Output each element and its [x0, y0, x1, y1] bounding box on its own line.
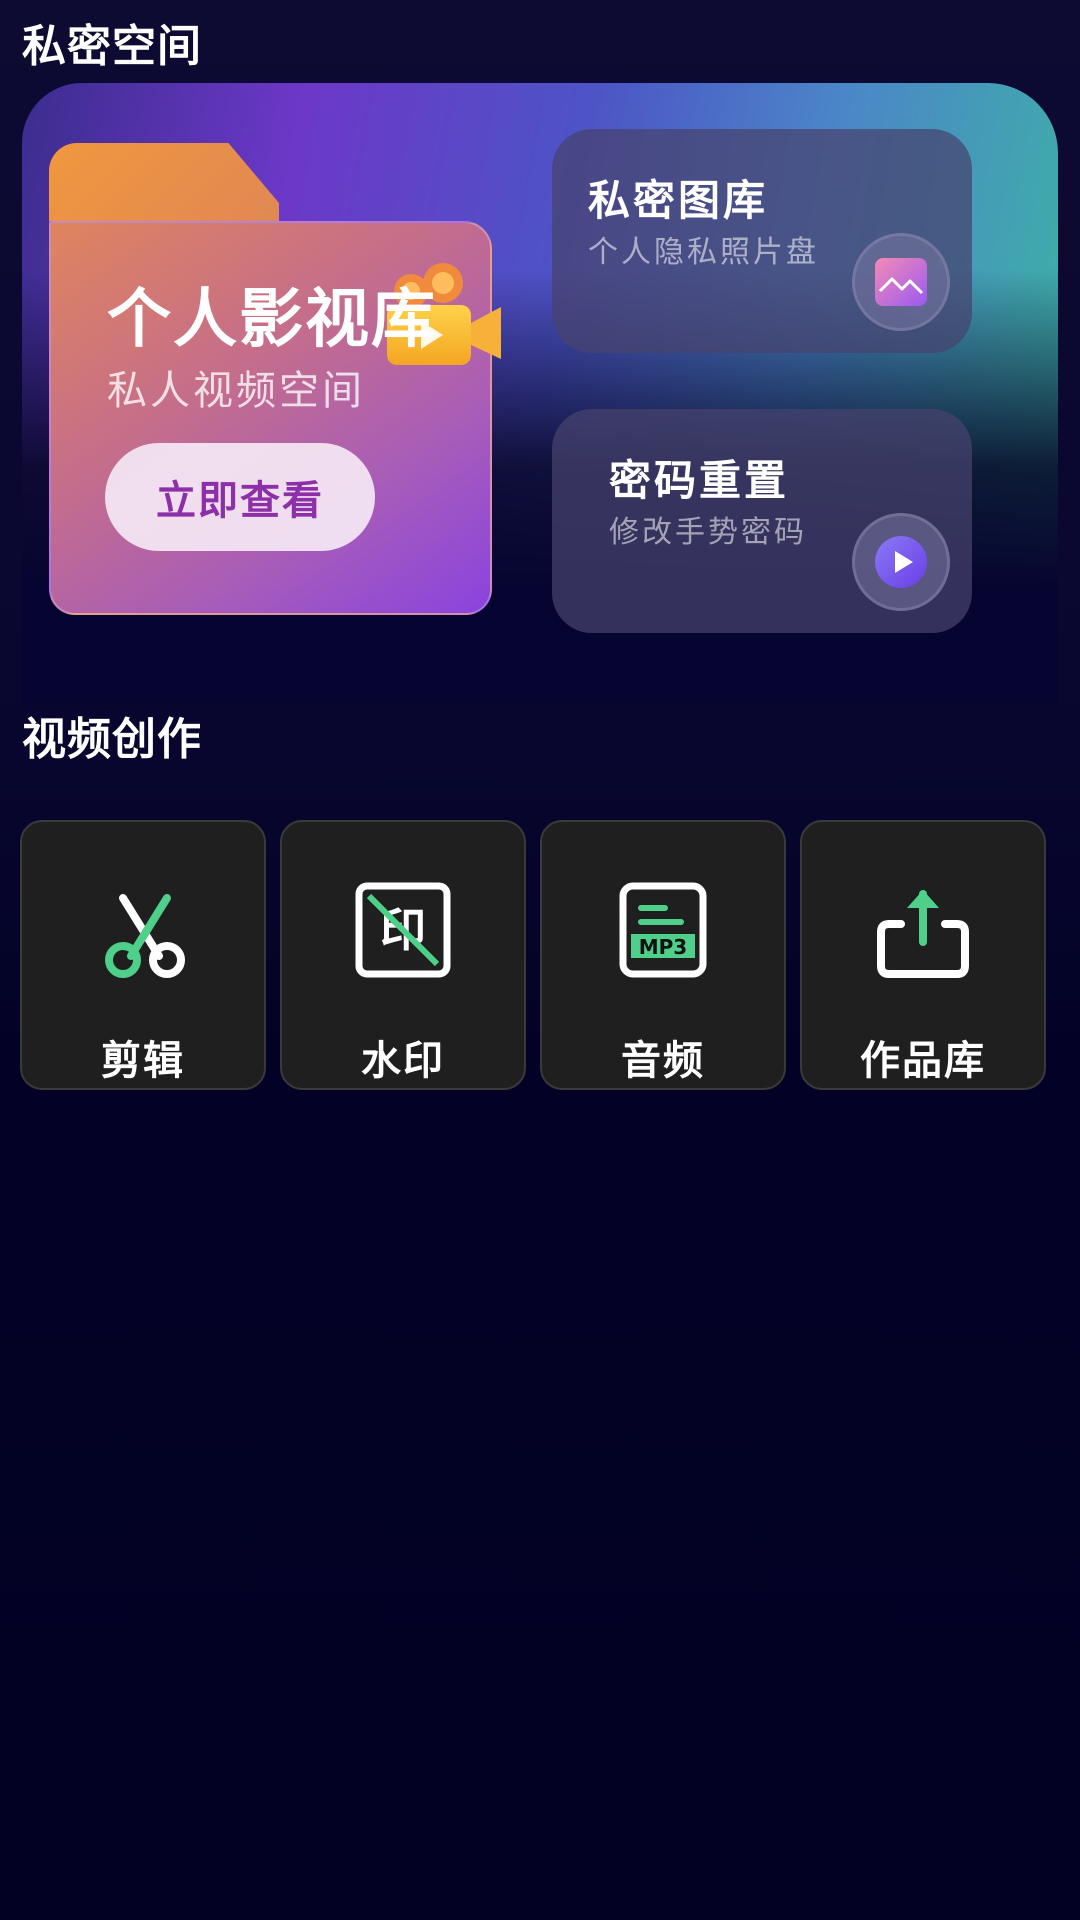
view-now-button[interactable]: 立即查看: [105, 443, 375, 551]
gallery-icon-badge: [852, 233, 950, 331]
password-reset-card[interactable]: 密码重置 修改手势密码: [552, 409, 972, 633]
tool-works-library[interactable]: 作品库: [800, 820, 1046, 1090]
tool-label: 剪辑: [101, 1038, 185, 1084]
play-icon: [875, 536, 927, 588]
tool-audio[interactable]: MP3 音频: [540, 820, 786, 1090]
library-subtitle: 私人视频空间: [107, 368, 365, 414]
watermark-icon: 印: [355, 882, 451, 978]
tool-watermark[interactable]: 印 水印: [280, 820, 526, 1090]
scissors-icon: [105, 894, 185, 978]
tool-edit[interactable]: 剪辑: [20, 820, 266, 1090]
library-title: 个人影视库: [107, 283, 437, 357]
page: 私密空间 个人影视库 私人视频空间 立即查看 私密图库 个人隐私照片盘 密码重置…: [0, 0, 1080, 1920]
image-gallery-icon: [875, 258, 927, 306]
svg-text:MP3: MP3: [639, 935, 687, 959]
private-space-panel: 个人影视库 私人视频空间 立即查看 私密图库 个人隐私照片盘 密码重置 修改手势…: [22, 83, 1058, 703]
gallery-subtitle: 个人隐私照片盘: [588, 235, 819, 270]
private-gallery-card[interactable]: 私密图库 个人隐私照片盘: [552, 129, 972, 353]
share-upload-icon: [877, 890, 969, 978]
gallery-title: 私密图库: [588, 176, 769, 225]
private-space-title: 私密空间: [22, 21, 202, 72]
mp3-file-icon: MP3: [619, 882, 707, 978]
tool-label: 作品库: [860, 1038, 986, 1084]
reset-subtitle: 修改手势密码: [609, 515, 807, 550]
personal-library-card[interactable]: 个人影视库 私人视频空间 立即查看: [49, 143, 501, 615]
video-creation-title: 视频创作: [22, 714, 202, 765]
reset-icon-badge: [852, 513, 950, 611]
tool-label: 音频: [621, 1038, 705, 1084]
reset-title: 密码重置: [609, 456, 790, 505]
tool-label: 水印: [361, 1038, 445, 1084]
